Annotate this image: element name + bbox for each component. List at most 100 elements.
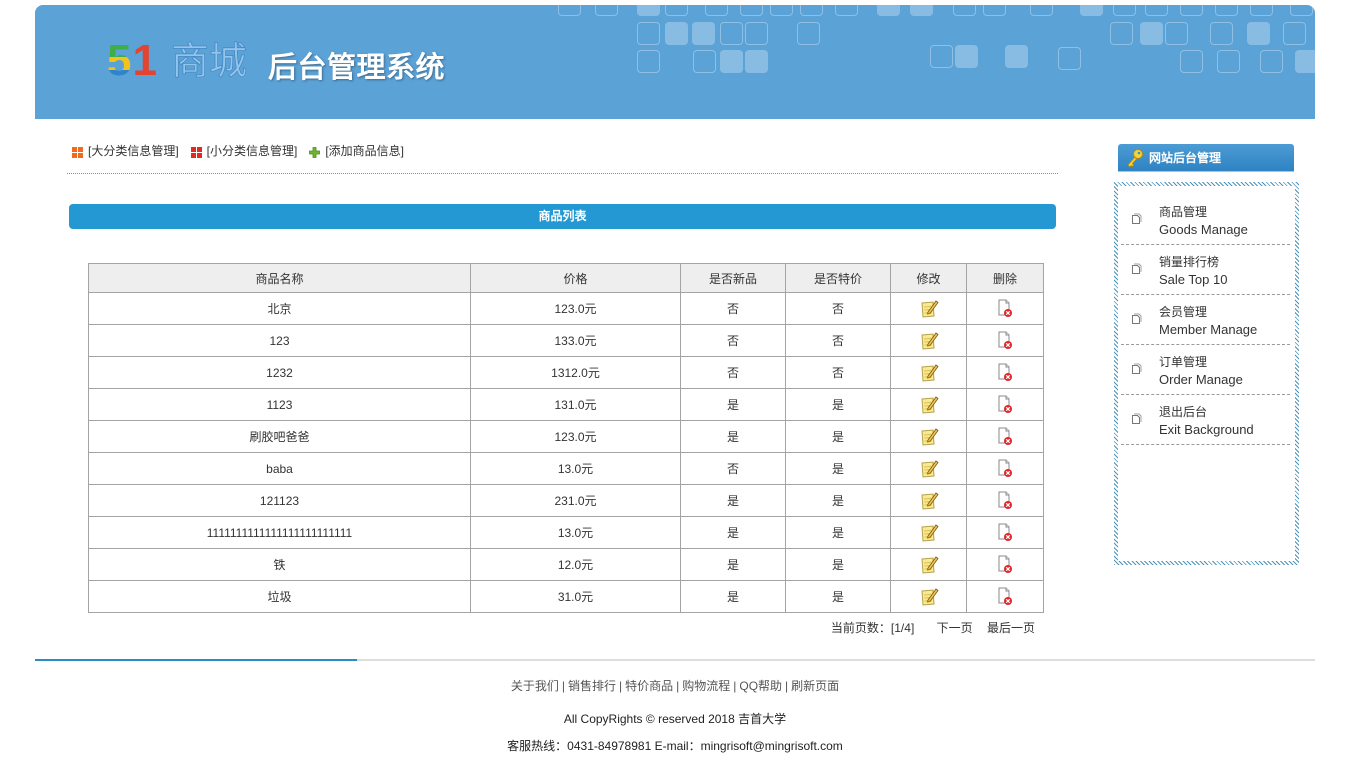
cell-is-new: 是 [680,548,786,581]
delete-button[interactable] [997,491,1013,510]
next-page-link[interactable]: 下一页 [937,621,973,635]
delete-cell [966,356,1044,389]
sidebar-item-orders[interactable]: 订单管理 Order Manage [1121,345,1290,395]
cell-goods-name: 铁 [88,548,471,581]
special-goods-link[interactable]: 特价商品 [625,679,673,693]
goods-table: 商品名称 价格 是否新品 是否特价 修改 删除 北京 123.0元否否 123 133… [88,263,1044,613]
edit-button[interactable] [919,523,939,542]
banner-tile [720,22,743,45]
about-us-link[interactable]: 关于我们 [511,679,559,693]
banner-tile [770,5,793,16]
delete-button[interactable] [997,395,1013,414]
banner-tile [595,5,618,16]
delete-cell [966,580,1044,613]
edit-cell [890,388,967,421]
edit-icon [919,395,939,414]
cell-goods-name: baba [88,452,471,485]
table-row: 铁 12.0元是是 [88,548,1044,581]
sidebar-item-sales-top[interactable]: 销量排行榜 Sale Top 10 [1121,245,1290,295]
cell-goods-name: 1232 [88,356,471,389]
category-toolbar: [大分类信息管理] [小分类信息管理] [添加商品信息] [72,143,416,159]
table-row: 刷胶吧爸爸 123.0元是是 [88,420,1044,453]
banner-tile [877,5,900,16]
key-icon [1126,148,1144,168]
cell-goods-name: 1111111111111111111111111 [88,516,471,549]
banner-tile [1295,50,1315,73]
edit-cell [890,356,967,389]
site-logo[interactable]: 5 1 商城 [107,35,247,87]
edit-icon [919,555,939,574]
banner-tile [1210,22,1233,45]
edit-cell [890,420,967,453]
banner-tile [740,5,763,16]
cell-is-new: 是 [680,388,786,421]
delete-button[interactable] [997,363,1013,382]
edit-button[interactable] [919,427,939,446]
banner-tile [1110,22,1133,45]
edit-button[interactable] [919,491,939,510]
orange-grid-icon [72,146,83,158]
large-category-link[interactable]: [大分类信息管理] [72,143,179,159]
delete-icon [997,331,1013,350]
small-category-link[interactable]: [小分类信息管理] [190,143,297,159]
banner-tile [1260,50,1283,73]
red-grid-icon [190,146,202,158]
edit-button[interactable] [919,395,939,414]
cell-price: 12.0元 [470,548,681,581]
sales-rank-link[interactable]: 销售排行 [568,679,616,693]
edit-button[interactable] [919,299,939,318]
cell-price: 123.0元 [470,292,681,325]
table-row: 1123 131.0元是是 [88,388,1044,421]
delete-icon [997,427,1013,446]
edit-button[interactable] [919,331,939,350]
sidebar-item-exit[interactable]: 退出后台 Exit Background [1121,395,1290,445]
refresh-page-link[interactable]: 刷新页面 [791,679,839,693]
banner-tile [1113,5,1136,16]
banner-tile [1250,5,1273,16]
edit-icon [919,363,939,382]
banner-tile [1180,50,1203,73]
banner-tile [745,22,768,45]
edit-button[interactable] [919,459,939,478]
sidebar-item-label-en: Goods Manage [1159,222,1248,237]
header-banner: 5 1 商城 后台管理系统 [35,5,1315,119]
sidebar-item-members[interactable]: 会员管理 Member Manage [1121,295,1290,345]
edit-cell [890,324,967,357]
table-row: 北京 123.0元否否 [88,292,1044,325]
edit-button[interactable] [919,363,939,382]
banner-tile [1290,5,1313,16]
sidebar-item-goods[interactable]: 商品管理 Goods Manage [1121,195,1290,245]
sidebar-title: 网站后台管理 [1149,151,1222,165]
delete-button[interactable] [997,299,1013,318]
sidebar-item-label-cn: 订单管理 [1159,355,1208,369]
sidebar-item-label-en: Exit Background [1159,422,1254,437]
edit-button[interactable] [919,555,939,574]
edit-icon [919,523,939,542]
edit-button[interactable] [919,587,939,606]
cell-is-special: 否 [785,324,891,357]
cell-price: 133.0元 [470,324,681,357]
qq-help-link[interactable]: QQ帮助 [739,679,782,693]
delete-button[interactable] [997,587,1013,606]
delete-icon [997,363,1013,382]
header-goods-name: 商品名称 [88,263,471,293]
delete-button[interactable] [997,331,1013,350]
delete-button[interactable] [997,523,1013,542]
last-page-link[interactable]: 最后一页 [987,621,1035,635]
sidebar-item-label-en: Member Manage [1159,322,1258,337]
document-icon [1131,213,1142,225]
delete-cell [966,324,1044,357]
banner-tile [558,5,581,16]
header-price: 价格 [470,263,681,293]
shopping-flow-link[interactable]: 购物流程 [682,679,730,693]
add-goods-link[interactable]: [添加商品信息] [309,143,404,159]
delete-button[interactable] [997,427,1013,446]
delete-icon [997,491,1013,510]
delete-icon [997,523,1013,542]
logo-digit-five: 5 [107,36,132,85]
delete-button[interactable] [997,459,1013,478]
document-icon [1131,363,1142,375]
delete-icon [997,587,1013,606]
footer-separator: | [733,679,737,693]
delete-button[interactable] [997,555,1013,574]
